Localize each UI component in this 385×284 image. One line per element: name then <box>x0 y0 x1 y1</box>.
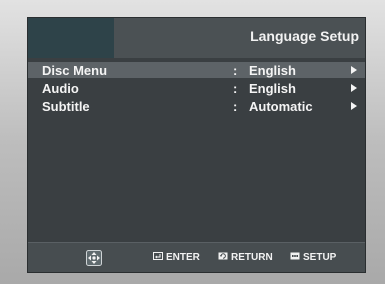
menu-item-separator: : <box>233 63 238 78</box>
menu-item-separator: : <box>233 99 238 114</box>
menu-item-label: Disc Menu <box>42 63 108 78</box>
menu-item-audio[interactable]: Audio : English <box>28 80 365 96</box>
enter-icon <box>153 252 163 261</box>
setup-label: SETUP <box>303 252 337 263</box>
right-triangle-icon[interactable] <box>351 84 357 92</box>
menu-item-label: Audio <box>42 81 79 96</box>
right-triangle-icon[interactable] <box>351 102 357 110</box>
enter-label: ENTER <box>166 252 200 263</box>
enter-hint: ENTER <box>153 252 200 263</box>
return-hint: RETURN <box>218 252 273 263</box>
menu-item-label: Subtitle <box>42 99 90 114</box>
menu-item-separator: : <box>233 81 238 96</box>
osd-screen: Language Setup Disc Menu : English Audio… <box>27 17 366 273</box>
return-icon <box>218 252 228 260</box>
menu-item-subtitle[interactable]: Subtitle : Automatic <box>28 98 365 114</box>
menu-item-value: English <box>249 63 296 78</box>
header-title-area: Language Setup <box>114 18 365 58</box>
footer-bar: ENTER RETURN SETUP <box>28 242 365 272</box>
page-title: Language Setup <box>250 28 359 44</box>
menu-item-disc-menu[interactable]: Disc Menu : English <box>28 62 365 78</box>
header-accent-block <box>28 18 114 58</box>
right-triangle-icon[interactable] <box>351 66 357 74</box>
directional-pad-icon <box>86 250 102 266</box>
return-label: RETURN <box>231 252 273 263</box>
header-bar: Language Setup <box>28 18 365 58</box>
menu-item-value: Automatic <box>249 99 313 114</box>
menu-item-value: English <box>249 81 296 96</box>
setup-icon <box>290 252 300 260</box>
setup-hint: SETUP <box>290 252 336 263</box>
